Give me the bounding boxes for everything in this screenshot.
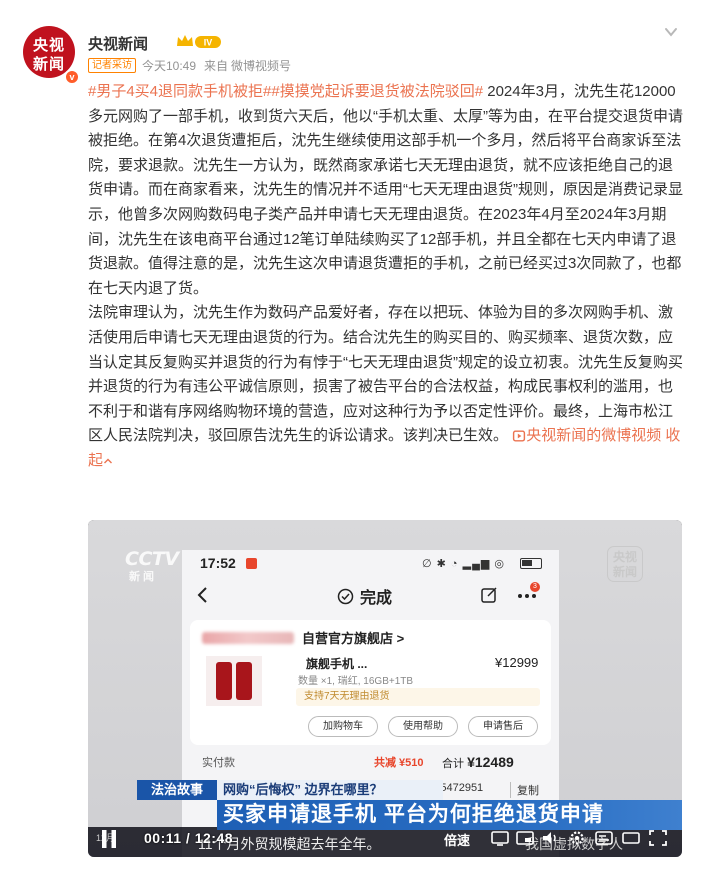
chevron-down-icon[interactable] (663, 24, 679, 40)
battery-icon (520, 558, 542, 569)
post-time[interactable]: 今天10:49 (142, 57, 196, 74)
total-label: 合计 (442, 758, 468, 770)
video-link[interactable]: 央视新闻的微博视频 (526, 427, 661, 444)
post-paragraph-1: #男子4买4退同款手机被拒##摸摸党起诉要退货被法院驳回# 2024年3月，沈先… (88, 80, 684, 301)
order-status-text: 完成 (360, 590, 393, 607)
danmaku-icon[interactable] (595, 830, 613, 846)
check-circle-icon (337, 588, 354, 604)
chevron-up-icon[interactable] (103, 456, 113, 466)
settings-icon[interactable] (568, 830, 586, 846)
add-to-cart-button: 加购物车 (308, 716, 378, 737)
total-amount: 合计 ¥12489 (442, 754, 514, 771)
order-status-title: 完成 (337, 584, 392, 608)
system-icons: ∅ ✱ ◔ ▂▄▆ ◎ (422, 558, 505, 570)
shop-row: 自营官方旗舰店 > (202, 628, 404, 647)
payment-row: 实付款 共减 ¥510 合计 ¥12489 (182, 749, 559, 773)
video-controls: 00:11 / 12:48 倍速 (88, 820, 682, 857)
pip-icon[interactable] (516, 830, 534, 846)
product-image (206, 656, 262, 706)
reporter-tag: 记者采访 (88, 57, 136, 73)
fullscreen-icon[interactable] (649, 830, 667, 846)
pause-icon[interactable] (101, 828, 117, 850)
post-source[interactable]: 微博视频号 (231, 57, 291, 74)
notification-icon (246, 558, 257, 569)
post-meta: 记者采访 今天10:49 来自 微博视频号 (88, 56, 291, 74)
post-paragraph-2: 法院审理认为，沈先生作为数码产品爱好者，存在以把玩、体验为目的多次网购手机、激活… (88, 301, 684, 473)
product-price: ¥12999 (495, 655, 539, 670)
avatar-text-line1: 央视 (32, 36, 65, 54)
order-nav-bar: 完成 3 (182, 578, 559, 612)
usage-help-button: 使用帮助 (388, 716, 458, 737)
source-prefix: 来自 (204, 58, 229, 73)
after-sale-button: 申请售后 (468, 716, 538, 737)
username[interactable]: 央视新闻 (88, 33, 148, 54)
avatar[interactable]: 央视 新闻 v (23, 26, 80, 85)
blurred-shop-logo (202, 631, 294, 644)
wide-screen-icon[interactable] (622, 830, 640, 846)
total-value: ¥12489 (467, 754, 514, 770)
discount-amount: 共减 ¥510 (374, 757, 424, 769)
paid-label: 实付款 (202, 757, 235, 769)
volume-icon[interactable] (541, 830, 559, 846)
playback-speed-button[interactable]: 倍速 (444, 830, 470, 849)
watermark-logo: 央视新闻 (607, 546, 643, 582)
notification-badge: 3 (530, 582, 540, 592)
caption-subtitle: 网购“后悔权” 边界在哪里？ (217, 780, 443, 800)
paragraph-2-text: 法院审理认为，沈先生作为数码产品爱好者，存在以把玩、体验为目的多次网购手机、激活… (88, 304, 683, 445)
edit-icon (481, 587, 497, 603)
verified-icon: v (64, 69, 80, 85)
program-category: 法治故事 (137, 780, 217, 800)
product-spec: 数量 ×1, 瑞红, 16GB+1TB (298, 676, 414, 687)
shop-name: 自营官方旗舰店 > (302, 631, 405, 646)
level-badge: IV (204, 38, 213, 48)
status-clock: 17:52 (200, 555, 236, 571)
topic-link-1[interactable]: #男子4买4退同款手机被拒# (88, 83, 271, 100)
status-bar: 17:52 ∅ ✱ ◔ ▂▄▆ ◎ (182, 550, 559, 578)
order-button-row: 加购物车 使用帮助 申请售后 (190, 716, 551, 738)
back-arrow-icon (197, 587, 207, 603)
topic-link-2[interactable]: #摸摸党起诉要退货被法院驳回# (271, 83, 483, 100)
order-card: 自营官方旗舰店 > 旗舰手机 ... ¥12999 数量 ×1, 瑞红, 16G… (190, 620, 551, 745)
post-body: #男子4买4退同款手机被拒##摸摸党起诉要退货被法院驳回# 2024年3月，沈先… (88, 80, 684, 474)
play-video-icon[interactable] (512, 430, 526, 442)
video-timecode: 00:11 / 12:48 (144, 830, 234, 846)
more-dots-icon: 3 (516, 582, 540, 604)
tv-cast-icon[interactable] (491, 830, 509, 846)
vip-crown-icon[interactable]: IV (175, 33, 223, 50)
post-header: 央视 新闻 v 央视新闻 IV 记者采访 今天10:49 来自 微博视频号 (20, 18, 685, 85)
promo-bar: 支持7天无理由退货 (296, 688, 540, 706)
product-name: 旗舰手机 ... (306, 657, 368, 671)
paragraph-1-text: 2024年3月，沈先生花12000多元网购了一部手机，收到货六天后，他以“手机太… (88, 83, 683, 297)
video-player[interactable]: CCTV 13 新闻 央视新闻 17:52 ∅ ✱ ◔ ▂▄▆ ◎ 完成 3 自… (88, 520, 682, 857)
